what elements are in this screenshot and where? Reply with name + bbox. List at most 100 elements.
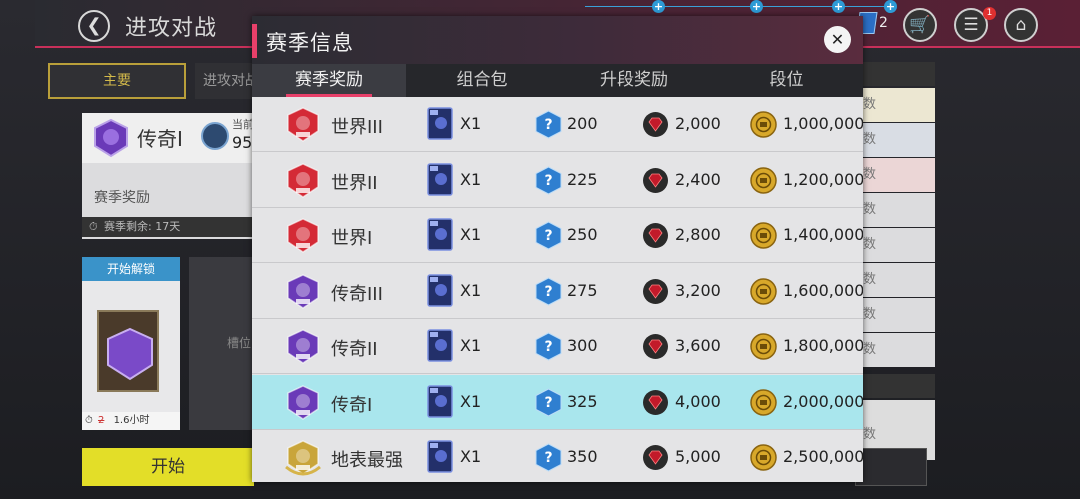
mystery-pack-icon: ? [535, 387, 562, 417]
right-panel-button[interactable] [855, 448, 927, 486]
reward-row[interactable]: 世界III X1? 200 2,000 1,000,000 [252, 97, 863, 152]
player-card-icon [427, 218, 453, 251]
pack-amount: 275 [567, 280, 598, 300]
rank-name: 传奇I [331, 394, 373, 416]
pack-amount: 350 [567, 447, 598, 466]
rank-name: 传奇I [137, 127, 183, 151]
svg-text:?: ? [544, 228, 552, 244]
season-reward-label: 赛季奖励 [94, 190, 150, 206]
unlock-timer-text: 1.6小时 [113, 415, 150, 426]
reward-row[interactable]: 世界II X1? 225 2,400 1,200,000 [252, 153, 863, 208]
currency-divider [585, 6, 895, 7]
plus-icon[interactable]: + [652, 0, 665, 13]
coin-icon [750, 111, 777, 138]
rank-name: 传奇III [331, 283, 383, 305]
stopwatch-icon: ⏱ [85, 415, 93, 426]
pack-amount: 250 [567, 225, 598, 244]
start-button[interactable]: 开始 [82, 448, 254, 486]
pack-amount: 300 [567, 336, 598, 355]
reward-row[interactable]: 传奇II X1? 300 3,600 1,800,000 [252, 319, 863, 374]
rank-name: 传奇II [331, 339, 378, 360]
tab-label: 赛季奖励 [295, 70, 363, 90]
gem-amount: 5,000 [675, 447, 721, 466]
empty-slot[interactable]: 槽位 [189, 257, 255, 430]
coin-amount: 1,800,000 [783, 336, 863, 355]
tab-season-rewards[interactable]: 赛季奖励 [252, 64, 406, 97]
card-quantity: X1 [460, 169, 482, 189]
gem-amount: 3,200 [675, 280, 721, 300]
back-arrow-icon[interactable]: ❮ [78, 10, 110, 42]
rank-emblem-icon [287, 273, 319, 309]
reward-row[interactable]: 地表最强 X1? 350 5,000 2,500,000 [252, 430, 863, 482]
card-quantity: X1 [460, 225, 482, 244]
gem-icon [643, 278, 668, 304]
rank-name: 地表最强 [331, 450, 403, 471]
rank-card-header: 传奇I 当前 95 [82, 113, 257, 163]
unlock-timer: ⏱ 2 1.6小时 [82, 412, 180, 430]
unlock-label: 开始解锁 [82, 257, 180, 281]
gem-icon [643, 334, 668, 359]
reward-row[interactable]: 世界I X1? 250 2,800 1,400,000 [252, 208, 863, 263]
svg-text:?: ? [544, 339, 552, 355]
rank-meta-value: 95 [232, 133, 253, 152]
right-panel-divider [855, 374, 935, 398]
reward-chest-card[interactable]: 开始解锁 [82, 257, 180, 430]
pack-amount: 225 [567, 169, 598, 189]
coin-amount: 1,400,000 [783, 225, 863, 244]
svg-text:?: ? [544, 450, 552, 466]
gem-amount: 4,000 [675, 391, 721, 411]
coin-amount: 1,000,000 [783, 114, 863, 133]
reward-chest-icon [97, 310, 159, 392]
gem-amount: 2,800 [675, 225, 721, 244]
plus-icon[interactable]: + [832, 0, 845, 13]
coin-icon [750, 222, 777, 249]
season-remaining: ⏱ 赛季剩余: 17天 [82, 217, 254, 237]
plus-icon[interactable]: + [750, 0, 763, 13]
token-count: 2 [879, 15, 888, 31]
card-quantity: X1 [460, 336, 482, 355]
shop-cart-icon[interactable]: 🛒 [903, 8, 937, 42]
svg-text:?: ? [544, 117, 552, 133]
right-panel-list: 数 数 数 数 数 数 数 数 [855, 88, 935, 373]
card-quantity: X1 [460, 391, 482, 411]
home-icon[interactable]: ⌂ [1004, 8, 1038, 42]
screen: ❮ 进攻对战 + + + + 2 🛒 ☰ 1 ⌂ 主要 进攻对战 传奇I 当前 … [0, 0, 1080, 499]
right-panel-item: 数 [855, 158, 935, 192]
tab-bundles[interactable]: 组合包 [406, 64, 558, 97]
tab-promotion-rewards[interactable]: 升段奖励 [558, 64, 710, 97]
close-icon[interactable]: ✕ [824, 26, 851, 53]
tab-ranks[interactable]: 段位 [710, 64, 863, 97]
right-panel-item: 数 [855, 298, 935, 332]
card-quantity: X1 [460, 114, 482, 133]
reward-row[interactable]: 传奇I X1? 325 4,000 2,000,000 [252, 374, 863, 430]
tab-main[interactable]: 主要 [48, 63, 186, 99]
rank-name: 世界II [331, 172, 378, 194]
coin-icon [750, 444, 777, 471]
reward-row[interactable]: 传奇III X1? 275 3,200 1,600,000 [252, 264, 863, 319]
player-card-icon [427, 329, 453, 362]
gem-amount: 2,400 [675, 169, 721, 189]
tab-attack[interactable]: 进攻对战 [195, 63, 255, 99]
modal-tabs: 赛季奖励 组合包 升段奖励 段位 [252, 64, 863, 97]
mystery-pack-icon: ? [535, 110, 562, 139]
right-panel-header [855, 62, 935, 86]
rank-meta-label: 当前 [232, 118, 254, 131]
svg-text:?: ? [544, 395, 552, 411]
rank-emblem-icon [287, 218, 319, 253]
plus-icon[interactable]: + [884, 0, 897, 13]
player-card-icon [427, 384, 453, 418]
season-remaining-text: 赛季剩余: 17天 [104, 220, 181, 233]
rank-name: 世界III [331, 117, 383, 138]
modal-title: 赛季信息 [266, 31, 354, 55]
svg-text:?: ? [544, 284, 552, 300]
gem-icon [643, 389, 668, 415]
unlock-timer-old: 2 [98, 415, 105, 426]
gem-icon [643, 167, 668, 193]
gem-icon [643, 112, 668, 137]
rank-emblem-icon [287, 162, 319, 198]
coin-amount: 2,500,000 [783, 447, 863, 466]
coin-amount: 1,200,000 [783, 169, 863, 189]
rank-emblem-icon [285, 440, 321, 476]
pack-amount: 325 [567, 391, 598, 411]
player-card-icon [427, 107, 453, 140]
